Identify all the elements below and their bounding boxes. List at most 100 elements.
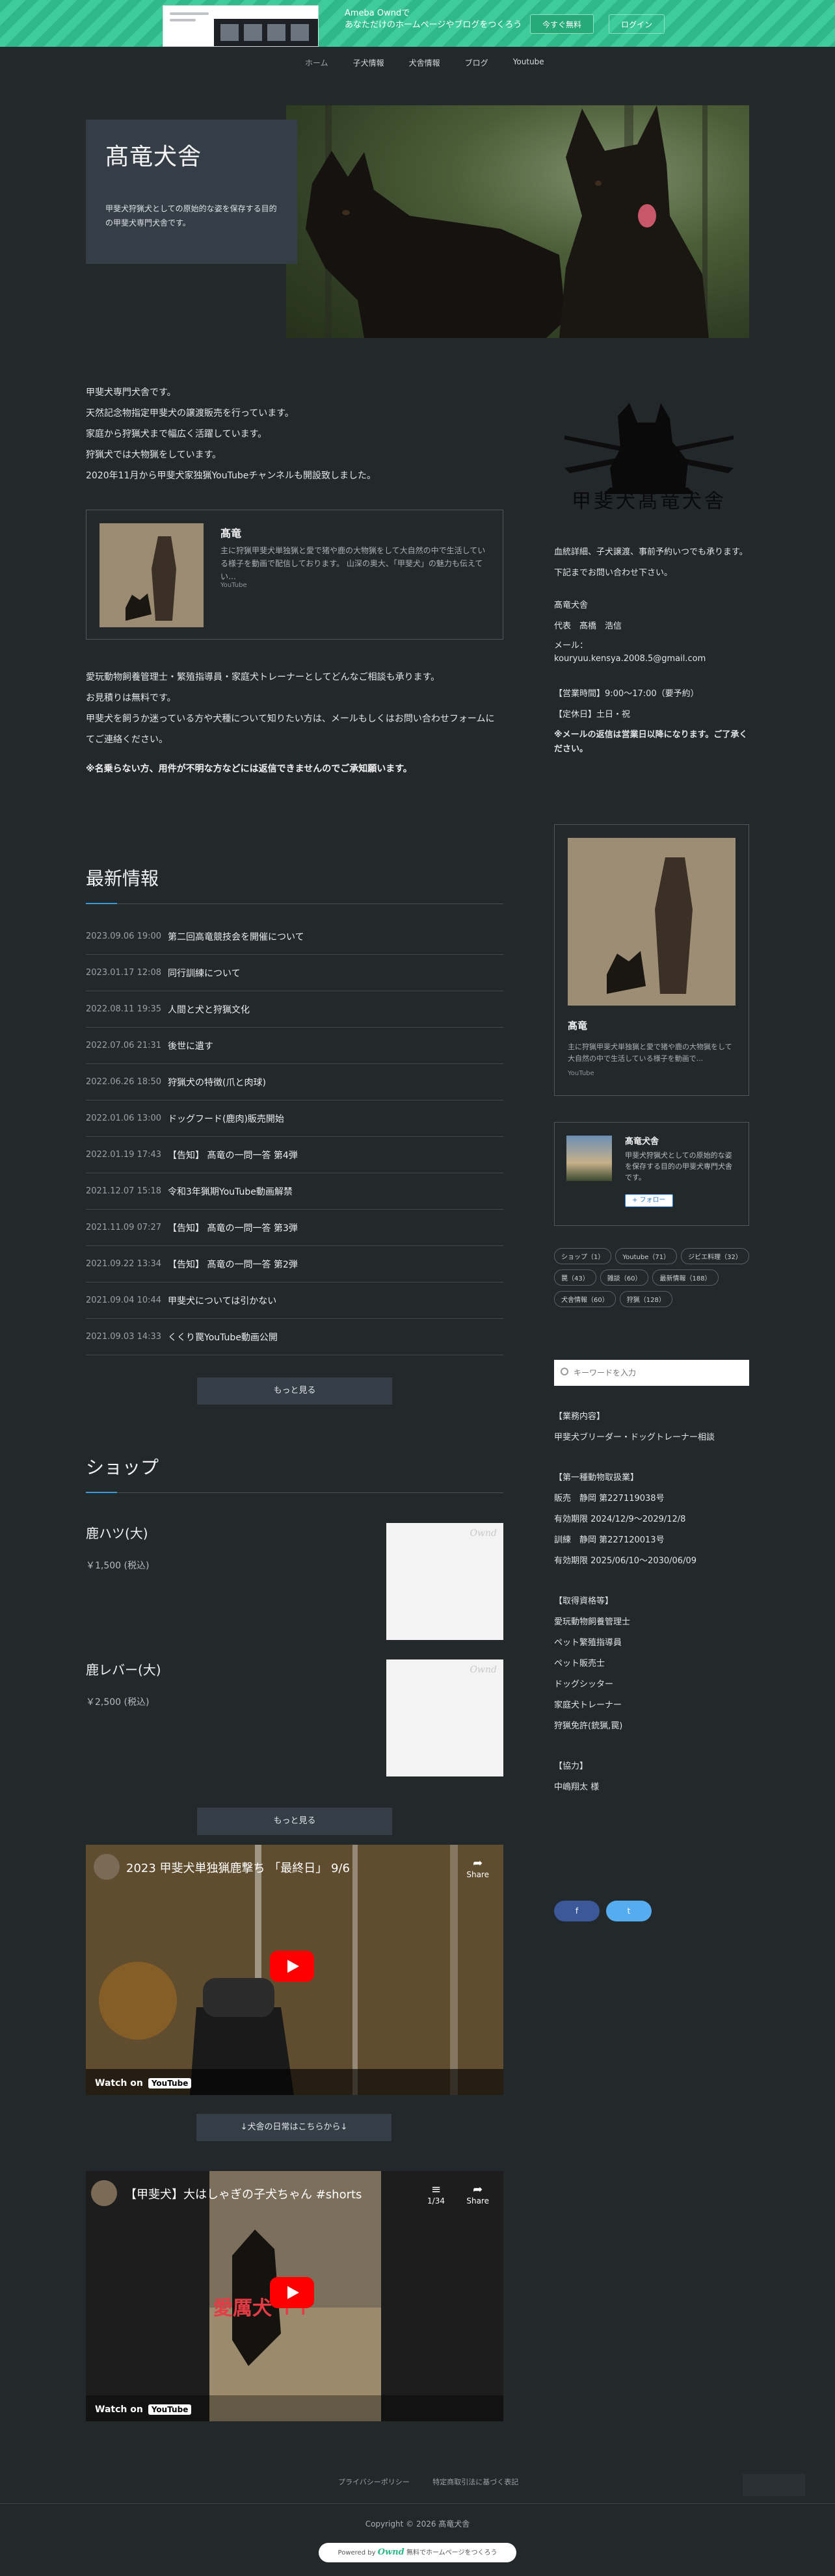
news-title[interactable]: 人間と犬と狩猟文化 xyxy=(168,1003,250,1016)
facebook-share-button[interactable]: f xyxy=(554,1901,600,1921)
news-item[interactable]: 2022.07.06 21:31 後世に遺す xyxy=(86,1028,503,1064)
search-input[interactable] xyxy=(554,1360,749,1386)
nav-item-kennel[interactable]: 犬舎情報 xyxy=(397,57,453,68)
commerce-law-link[interactable]: 特定商取引法に基づく表記 xyxy=(432,2478,518,2486)
news-title[interactable]: 同行訓練について xyxy=(168,967,241,980)
news-item[interactable]: 2021.09.04 10:44 甲斐犬については引かない xyxy=(86,1282,503,1319)
share-button[interactable]: ➦ Share xyxy=(466,2183,489,2205)
news-item[interactable]: 2021.09.22 13:34 【告知】 髙竜の一問一答 第2弾 xyxy=(86,1246,503,1282)
news-title[interactable]: ドッグフード(鹿肉)販売開始 xyxy=(168,1112,284,1125)
privacy-policy-link[interactable]: プライバシーポリシー xyxy=(338,2478,410,2486)
channel-avatar[interactable] xyxy=(94,1854,120,1880)
footer-divider xyxy=(0,2503,835,2504)
login-button[interactable]: ログイン xyxy=(609,14,665,34)
qualification: 狩猟免許(銃猟,罠) xyxy=(554,1721,623,1731)
tag-shop[interactable]: ショップ（1） xyxy=(554,1248,612,1264)
channel-avatar[interactable] xyxy=(91,2180,117,2206)
sidebar-channel-thumbnail xyxy=(568,838,736,1006)
share-button[interactable]: ➦ Share xyxy=(466,1856,489,1879)
hero-card: 髙竜犬舎 甲斐犬狩猟犬としての原始的な姿を保存する目的の甲斐犬専門犬舎です。 xyxy=(86,120,297,264)
news-item[interactable]: 2022.01.19 17:43 【告知】 髙竜の一問一答 第4弾 xyxy=(86,1137,503,1173)
powered-by-ownd-badge[interactable]: Powered by Ownd 無料でホームページをつくろう xyxy=(319,2543,516,2562)
tag-youtube[interactable]: Youtube（71） xyxy=(615,1248,678,1264)
news-item[interactable]: 2022.01.06 13:00 ドッグフード(鹿肉)販売開始 xyxy=(86,1100,503,1137)
tag-gibier[interactable]: ジビエ料理（32） xyxy=(681,1248,749,1264)
news-date: 2021.11.09 07:27 xyxy=(86,1223,162,1232)
qualification: ドッグシッター xyxy=(554,1680,614,1689)
intro-line: 家庭から狩猟犬まで幅広く活躍しています。 xyxy=(86,429,267,439)
news-more-button[interactable]: もっと見る xyxy=(197,1377,392,1405)
mail-address[interactable]: kouryuu.kensya.2008.5@gmail.com xyxy=(554,653,749,666)
news-item[interactable]: 2023.01.17 12:08 同行訓練について xyxy=(86,955,503,991)
news-title[interactable]: 第二回高竜競技会を開催について xyxy=(168,930,304,943)
watch-on-youtube[interactable]: Watch on YouTube xyxy=(95,2078,192,2088)
watch-on-label: Watch on xyxy=(95,2078,143,2088)
ameba-ownd-banner[interactable]: Ameba Owndで あなただけのホームページやブログをつくろう 今すぐ無料 … xyxy=(0,0,835,47)
shop-item[interactable]: 鹿レバー(大) ￥2,500 (税込) Ownd xyxy=(86,1659,503,1796)
news-item[interactable]: 2021.12.07 15:18 令和3年猟期YouTube動画解禁 xyxy=(86,1173,503,1210)
news-date: 2021.09.22 13:34 xyxy=(86,1259,162,1269)
watch-on-youtube[interactable]: Watch on YouTube xyxy=(95,2404,192,2415)
product-image[interactable]: Ownd xyxy=(386,1523,503,1640)
news-title[interactable]: 甲斐犬については引かない xyxy=(168,1294,276,1307)
news-title[interactable]: 後世に遺す xyxy=(168,1039,213,1052)
youtube-channel-embed[interactable]: 髙竜 主に狩猟甲斐犬単独猟と愛で猪や鹿の大物猟をして大自然の中で生活している様子… xyxy=(86,510,503,640)
shorts-title[interactable]: 【甲斐犬】大はしゃぎの子犬ちゃん #shorts xyxy=(125,2185,362,2202)
news-title[interactable]: 【告知】 髙竜の一問一答 第4弾 xyxy=(168,1149,298,1162)
business-content: 甲斐犬ブリーダー・ドッグトレーナー相談 xyxy=(554,1433,715,1442)
play-icon[interactable] xyxy=(270,2277,314,2308)
tag-news[interactable]: 最新情報（188） xyxy=(652,1269,719,1286)
follow-button[interactable]: + フォロー xyxy=(625,1194,673,1207)
news-title[interactable]: 狩猟犬の特徴(爪と肉球) xyxy=(168,1076,266,1089)
news-item[interactable]: 2021.09.03 14:33 くくり罠YouTube動画公開 xyxy=(86,1319,503,1355)
shop-section: ショップ 鹿ハツ(大) ￥1,500 (税込) Ownd 鹿レバー(大) ￥2,… xyxy=(86,1453,503,1835)
channel-title[interactable]: 髙竜 xyxy=(220,525,241,540)
kennel-logo[interactable]: 甲斐犬髙竜犬舎 xyxy=(558,397,740,514)
tag-kennel[interactable]: 犬舎情報（60） xyxy=(554,1291,616,1307)
preview-tile xyxy=(291,24,309,41)
facebook-icon: f xyxy=(575,1906,579,1916)
tag-hunting[interactable]: 狩猟（128） xyxy=(619,1291,672,1307)
sidebar-embed-title[interactable]: 髙竜 xyxy=(568,1019,736,1032)
channel-thumbnail-art xyxy=(99,523,204,627)
business-heading: 【業務内容】 xyxy=(554,1412,605,1422)
news-title[interactable]: 令和3年猟期YouTube動画解禁 xyxy=(168,1185,293,1198)
global-nav: ホーム 子犬情報 犬舎情報 ブログ Youtube xyxy=(0,47,835,78)
news-title[interactable]: 【告知】 髙竜の一問一答 第2弾 xyxy=(168,1258,298,1271)
nav-item-blog[interactable]: ブログ xyxy=(453,57,501,68)
nav-item-puppies[interactable]: 子犬情報 xyxy=(341,57,397,68)
news-title[interactable]: 【告知】 髙竜の一問一答 第3弾 xyxy=(168,1221,298,1234)
avatar[interactable] xyxy=(566,1136,612,1181)
playlist-counter[interactable]: ≡ 1/34 xyxy=(427,2183,445,2205)
profile-name[interactable]: 髙竜犬舎 xyxy=(625,1134,659,1147)
youtube-video-player[interactable]: 2023 甲斐犬単独猟鹿撃ち 「最終日」 9/6 ➦ Share Watch o… xyxy=(86,1845,503,2095)
product-image[interactable]: Ownd xyxy=(386,1659,503,1776)
news-item[interactable]: 2023.09.06 19:00 第二回高竜競技会を開催について xyxy=(86,918,503,955)
sidebar-youtube-embed[interactable]: 髙竜 主に狩猟甲斐犬単独猟と愛で猪や鹿の大物猟をして大自然の中で生活している様子… xyxy=(554,824,749,1096)
license-line: 訓練 静岡 第227120013号 xyxy=(554,1535,665,1545)
tag-chat[interactable]: 雑談（60） xyxy=(600,1269,649,1286)
news-date: 2021.09.03 14:33 xyxy=(86,1332,162,1342)
site-title[interactable]: 髙竜犬舎 xyxy=(105,138,278,172)
copyright: Copyright © 2026 髙竜犬舎 xyxy=(365,2519,470,2529)
news-title[interactable]: くくり罠YouTube動画公開 xyxy=(168,1331,278,1344)
news-item[interactable]: 2022.08.11 19:35 人間と犬と狩猟文化 xyxy=(86,991,503,1028)
twitter-share-button[interactable]: t xyxy=(606,1901,652,1921)
sidebar-contact: 血統詳細、子犬譲渡、事前予約いつでも承ります。 下記までお問い合わせ下さい。 髙… xyxy=(554,542,749,757)
shop-item[interactable]: 鹿ハツ(大) ￥1,500 (税込) Ownd xyxy=(86,1523,503,1659)
visit-note: 血統詳細、子犬譲渡、事前予約いつでも承ります。 xyxy=(554,547,748,557)
shop-more-button[interactable]: もっと見る xyxy=(197,1808,392,1835)
ownd-watermark: Ownd xyxy=(470,1665,497,1675)
youtube-shorts-player[interactable]: 【甲斐犬】大はしゃぎの子犬ちゃん #shorts ≡ 1/34 ➦ Share … xyxy=(86,2171,503,2421)
banner-copy-line1: Ameba Owndで xyxy=(345,8,410,18)
tag-trap[interactable]: 罠（43） xyxy=(554,1269,596,1286)
back-to-top-button[interactable] xyxy=(743,2474,805,2496)
news-item[interactable]: 2022.06.26 18:50 狩猟犬の特徴(爪と肉球) xyxy=(86,1064,503,1100)
play-icon[interactable] xyxy=(270,1951,314,1982)
start-free-button[interactable]: 今すぐ無料 xyxy=(530,14,594,34)
kennel-daily-link[interactable]: ↓犬舎の日常はこちらから↓ xyxy=(196,2114,391,2141)
nav-item-home[interactable]: ホーム xyxy=(293,57,341,68)
video-title[interactable]: 2023 甲斐犬単独猟鹿撃ち 「最終日」 9/6 xyxy=(126,1859,350,1876)
news-item[interactable]: 2021.11.09 07:27 【告知】 髙竜の一問一答 第3弾 xyxy=(86,1210,503,1246)
nav-item-youtube[interactable]: Youtube xyxy=(501,57,557,68)
